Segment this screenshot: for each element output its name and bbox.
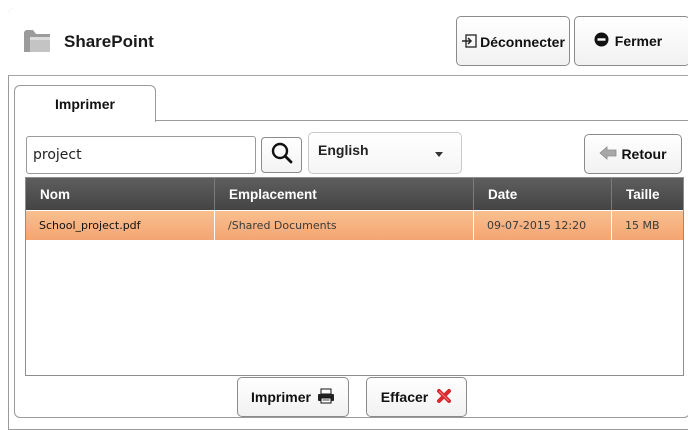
- cell-name: School_project.pdf: [26, 211, 215, 240]
- logout-icon: [461, 34, 477, 51]
- print-label: Imprimer: [251, 389, 311, 405]
- file-table: Nom Emplacement Date Taille School_proje…: [25, 177, 684, 376]
- column-header-name[interactable]: Nom: [26, 178, 215, 210]
- clear-label: Effacer: [380, 389, 429, 405]
- printer-icon: [317, 388, 335, 407]
- table-header: Nom Emplacement Date Taille: [26, 178, 683, 210]
- tab-label: Imprimer: [55, 96, 115, 112]
- app-title: SharePoint: [64, 32, 154, 51]
- column-header-size[interactable]: Taille: [612, 178, 683, 210]
- close-button[interactable]: Fermer: [574, 16, 688, 66]
- back-label: Retour: [621, 146, 667, 162]
- table-row[interactable]: School_project.pdf /Shared Documents 09-…: [26, 211, 683, 240]
- column-header-date[interactable]: Date: [474, 178, 612, 210]
- red-x-icon: [436, 388, 452, 407]
- stop-icon: [594, 32, 609, 50]
- folder-icon: [22, 24, 52, 54]
- search-input[interactable]: [26, 136, 256, 174]
- cell-date: 09-07-2015 12:20: [474, 211, 612, 240]
- print-button[interactable]: Imprimer: [237, 377, 349, 417]
- disconnect-label: Déconnecter: [480, 34, 565, 50]
- disconnect-button[interactable]: Déconnecter: [456, 16, 570, 66]
- arrow-left-icon: [599, 145, 617, 163]
- clear-button[interactable]: Effacer: [366, 377, 467, 417]
- column-header-location[interactable]: Emplacement: [215, 178, 474, 210]
- search-button[interactable]: [261, 137, 302, 173]
- cell-location: /Shared Documents: [215, 211, 474, 240]
- magnifier-icon: [270, 141, 294, 170]
- chevron-down-icon: [435, 152, 443, 157]
- back-button[interactable]: Retour: [584, 134, 682, 174]
- language-select[interactable]: English: [308, 132, 462, 174]
- language-selected: English: [318, 142, 369, 158]
- close-label: Fermer: [614, 33, 663, 49]
- tab-print[interactable]: Imprimer: [14, 85, 156, 122]
- cell-size: 15 MB: [625, 219, 660, 232]
